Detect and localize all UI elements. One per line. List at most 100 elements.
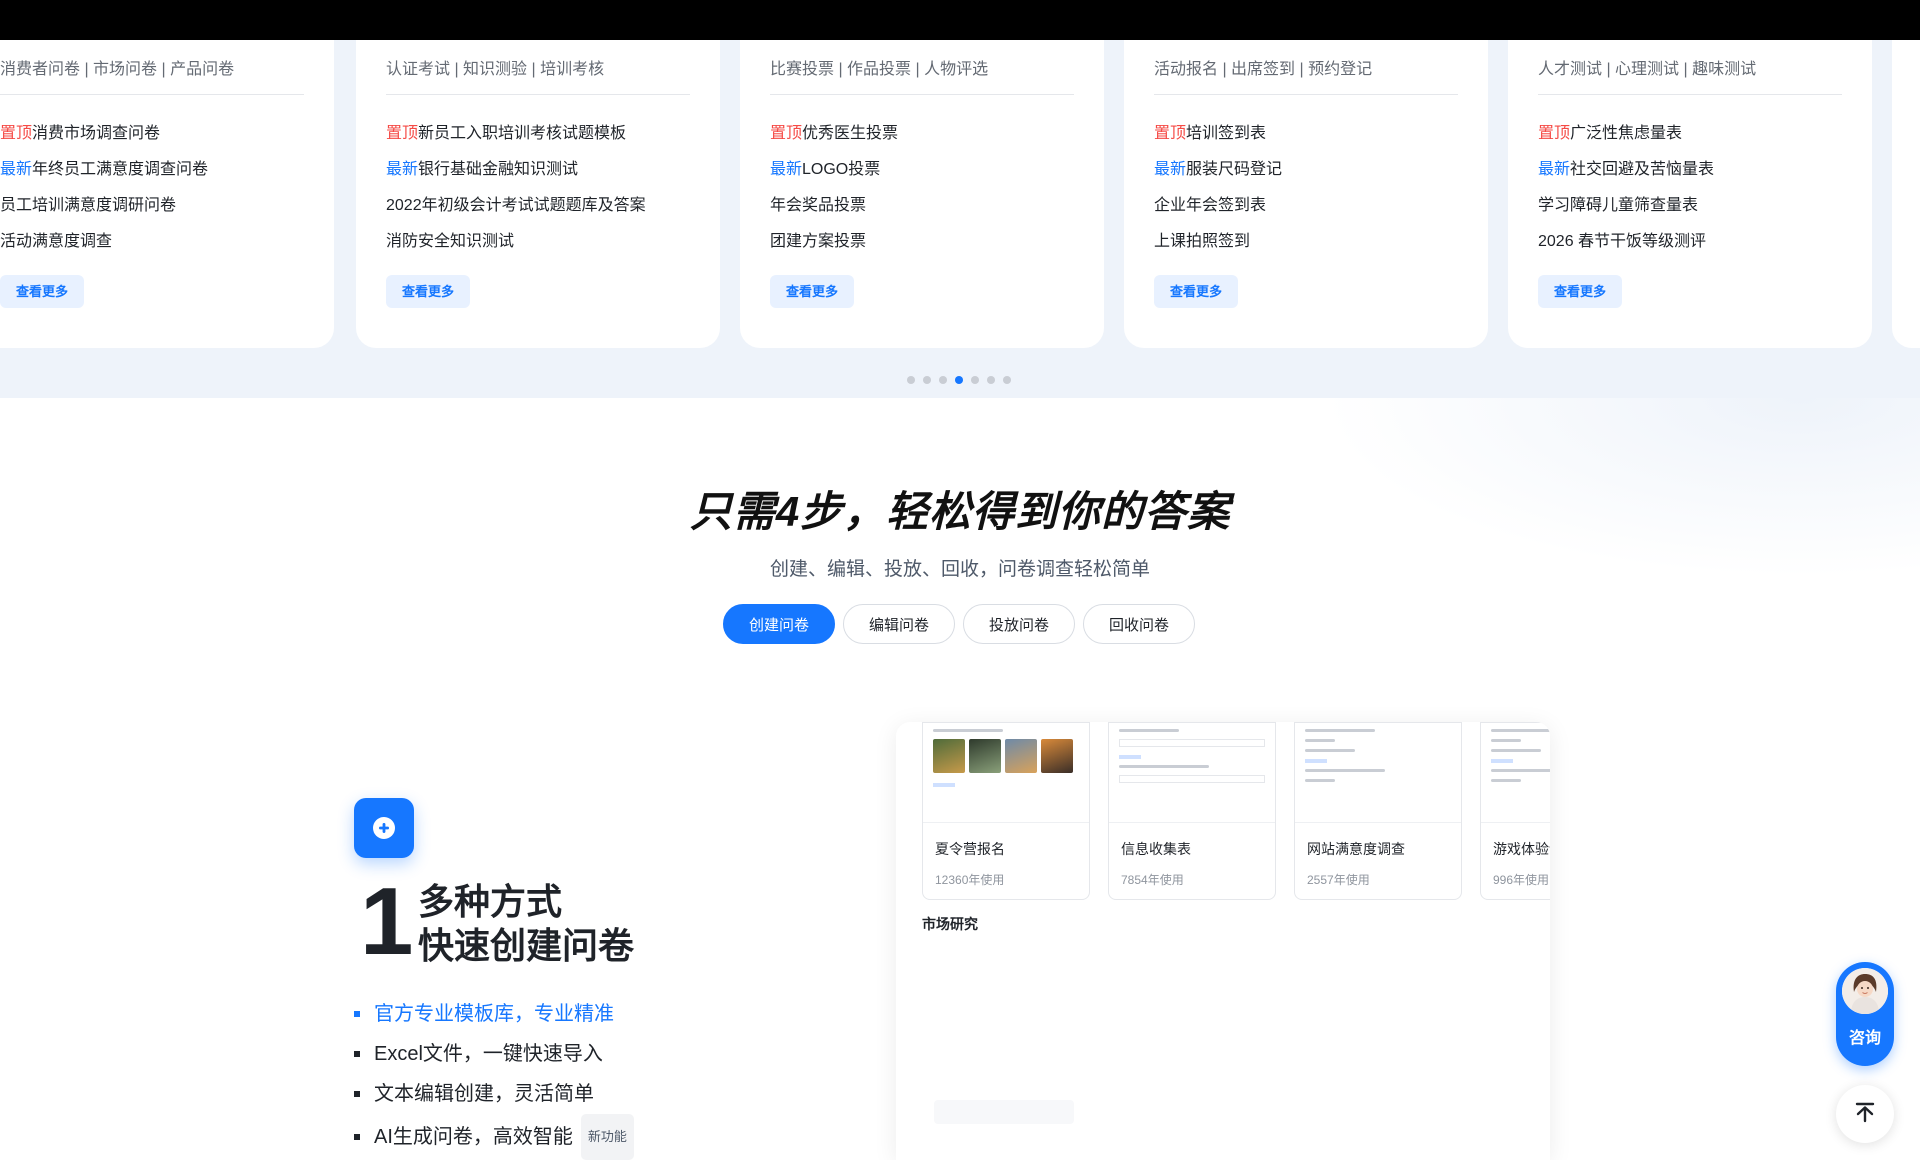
- list-item[interactable]: 最新银行基础金融知识测试: [386, 152, 690, 188]
- pagination-dot[interactable]: [939, 376, 947, 384]
- template-thumbnail: [923, 723, 1089, 823]
- item-title: 学习障碍儿童筛查量表: [1538, 197, 1699, 214]
- view-more-button[interactable]: 查看更多: [1538, 275, 1623, 308]
- list-item[interactable]: 活动满意度调查: [0, 224, 304, 260]
- pinned-tag: 置顶: [1538, 125, 1571, 142]
- list-item[interactable]: 置顶消费市场调查问卷: [0, 116, 304, 152]
- list-item[interactable]: 最新年终员工满意度调查问卷: [0, 152, 304, 188]
- pinned-tag: 置顶: [386, 125, 419, 142]
- section-subtitle: 创建、编辑、投放、回收，问卷调查轻松简单: [769, 559, 1150, 580]
- template-card[interactable]: 游戏体验调 996年使用: [1480, 722, 1550, 900]
- pinned-tag: 置顶: [1154, 125, 1187, 142]
- new-feature-badge: 新功能: [580, 1114, 634, 1160]
- card-tags: 人才测试 | 心理测试 | 趣味测试: [1538, 40, 1842, 95]
- card-tags: 活动报名 | 出席签到 | 预约登记: [1154, 40, 1458, 95]
- template-row: 夏令营报名 12360年使用 信息收集表 7854年使用 网站满意度调查 255…: [922, 722, 1550, 900]
- list-item[interactable]: 置顶广泛性焦虑量表: [1538, 116, 1842, 152]
- list-item[interactable]: 2022年初级会计考试试题题库及答案: [386, 188, 690, 224]
- template-card[interactable]: 夏令营报名 12360年使用: [922, 722, 1090, 900]
- card-tags: 消费者问卷 | 市场问卷 | 产品问卷: [0, 40, 304, 95]
- list-item[interactable]: 最新服装尺码登记: [1154, 152, 1458, 188]
- template-name: 游戏体验调: [1493, 841, 1550, 857]
- template-card[interactable]: 网站满意度调查 2557年使用: [1294, 722, 1462, 900]
- template-thumbnail: [1109, 723, 1275, 823]
- list-item[interactable]: 团建方案投票: [770, 224, 1074, 260]
- item-title: 社交回避及苦恼量表: [1570, 161, 1715, 178]
- item-title: 企业年会签到表: [1154, 197, 1267, 214]
- list-item[interactable]: 上课拍照签到: [1154, 224, 1458, 260]
- template-carousel: 消费者问卷 | 市场问卷 | 产品问卷 置顶消费市场调查问卷 最新年终员工满意度…: [0, 40, 1920, 398]
- list-item[interactable]: 学习障碍儿童筛查量表: [1538, 188, 1842, 224]
- template-card-test: 人才测试 | 心理测试 | 趣味测试 置顶广泛性焦虑量表 最新社交回避及苦恼量表…: [1508, 40, 1872, 348]
- new-tag: 最新: [0, 161, 33, 178]
- item-title: 消费市场调查问卷: [32, 125, 161, 142]
- item-title: 年会奖品投票: [770, 197, 867, 214]
- step-number: 1: [360, 868, 414, 975]
- tab-create-survey[interactable]: 创建问卷: [723, 604, 835, 644]
- new-tag: 最新: [770, 161, 803, 178]
- item-title: 年终员工满意度调查问卷: [32, 161, 209, 178]
- item-title: 广泛性焦虑量表: [1570, 125, 1683, 142]
- category-label: 市场研究: [922, 916, 978, 932]
- template-thumbnail: [1481, 723, 1550, 823]
- plus-circle-icon: [354, 798, 414, 858]
- list-item[interactable]: 最新LOGO投票: [770, 152, 1074, 188]
- feature-item-excel[interactable]: Excel文件，一键快速导入: [354, 1034, 634, 1074]
- feature-list: 官方专业模板库，专业精准 Excel文件，一键快速导入 文本编辑创建，灵活简单 …: [354, 994, 634, 1160]
- list-item[interactable]: 年会奖品投票: [770, 188, 1074, 224]
- template-card-exam: 认证考试 | 知识测验 | 培训考核 置顶新员工入职培训考核试题模板 最新银行基…: [356, 40, 720, 348]
- list-item[interactable]: 置顶优秀医生投票: [770, 116, 1074, 152]
- pagination-dot[interactable]: [923, 376, 931, 384]
- pagination-dot[interactable]: [907, 376, 915, 384]
- placeholder-bar: [934, 1100, 1074, 1124]
- step-heading-line1: 多种方式: [418, 881, 563, 922]
- template-name: 网站满意度调查: [1307, 841, 1405, 857]
- new-tag: 最新: [1538, 161, 1571, 178]
- feature-item-text[interactable]: 文本编辑创建，灵活简单: [354, 1074, 634, 1114]
- pagination-dot-active[interactable]: [955, 376, 963, 384]
- avatar: [1842, 968, 1888, 1014]
- view-more-button[interactable]: 查看更多: [386, 275, 471, 308]
- step-heading: 多种方式 快速创建问卷: [418, 880, 634, 968]
- list-item[interactable]: 置顶新员工入职培训考核试题模板: [386, 116, 690, 152]
- item-title: 活动满意度调查: [0, 233, 113, 250]
- tab-publish-survey[interactable]: 投放问卷: [963, 604, 1075, 644]
- item-title: 消防安全知识测试: [386, 233, 515, 250]
- template-thumbnail: [1295, 723, 1461, 823]
- template-usage: 12360年使用: [935, 873, 1005, 887]
- view-more-button[interactable]: 查看更多: [1154, 275, 1239, 308]
- list-item[interactable]: 消防安全知识测试: [386, 224, 690, 260]
- template-usage: 2557年使用: [1307, 873, 1370, 887]
- back-to-top-button[interactable]: [1836, 1085, 1894, 1143]
- feature-item-template[interactable]: 官方专业模板库，专业精准: [354, 994, 634, 1034]
- section-title: 只需4步，轻松得到你的答案: [689, 488, 1231, 535]
- feature-item-ai[interactable]: AI生成问卷，高效智能 新功能: [354, 1114, 634, 1160]
- view-more-button[interactable]: 查看更多: [770, 275, 855, 308]
- pagination-dot[interactable]: [971, 376, 979, 384]
- list-item[interactable]: 企业年会签到表: [1154, 188, 1458, 224]
- template-card-next[interactable]: [1892, 40, 1920, 348]
- item-title: LOGO投票: [802, 161, 881, 178]
- list-item[interactable]: 最新社交回避及苦恼量表: [1538, 152, 1842, 188]
- template-card-survey: 消费者问卷 | 市场问卷 | 产品问卷 置顶消费市场调查问卷 最新年终员工满意度…: [0, 40, 334, 348]
- item-title: 服装尺码登记: [1186, 161, 1283, 178]
- arrow-up-to-top-icon: [1853, 1100, 1877, 1129]
- list-item[interactable]: 2026 春节干饭等级测评: [1538, 224, 1842, 260]
- pagination-dot[interactable]: [987, 376, 995, 384]
- top-bar: [0, 0, 1920, 40]
- template-usage: 7854年使用: [1121, 873, 1184, 887]
- consult-button[interactable]: 咨询: [1836, 962, 1894, 1066]
- tab-collect-survey[interactable]: 回收问卷: [1083, 604, 1195, 644]
- template-usage: 996年使用: [1493, 873, 1550, 887]
- item-title: 银行基础金融知识测试: [418, 161, 579, 178]
- view-more-button[interactable]: 查看更多: [0, 275, 85, 308]
- consult-label: 咨询: [1848, 1030, 1881, 1047]
- list-item[interactable]: 置顶培训签到表: [1154, 116, 1458, 152]
- pinned-tag: 置顶: [770, 125, 803, 142]
- list-item[interactable]: 员工培训满意度调研问卷: [0, 188, 304, 224]
- pagination-dot[interactable]: [1003, 376, 1011, 384]
- template-card[interactable]: 信息收集表 7854年使用: [1108, 722, 1276, 900]
- item-title: 2022年初级会计考试试题题库及答案: [386, 197, 646, 214]
- tab-edit-survey[interactable]: 编辑问卷: [843, 604, 955, 644]
- item-title: 上课拍照签到: [1154, 233, 1251, 250]
